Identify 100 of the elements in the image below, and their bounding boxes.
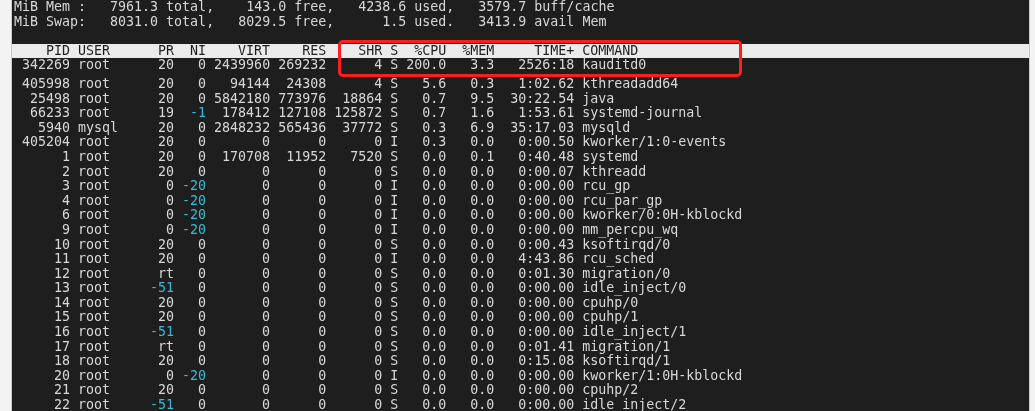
table-cell-text: 0 bbox=[373, 135, 383, 150]
table-cell: 5842180 bbox=[214, 91, 271, 107]
table-cell: systemd-journal bbox=[582, 106, 703, 121]
table-cell-text: 0 bbox=[373, 179, 383, 194]
table-cell-text: 0 bbox=[197, 91, 207, 107]
table-cell-text: 1.6 bbox=[469, 106, 495, 121]
table-cell: idle_inject/0 bbox=[582, 281, 687, 296]
table-cell-text: 0 bbox=[317, 266, 327, 282]
table-cell-text: 2526:18 bbox=[517, 58, 575, 73]
table-cell: rcu_gp bbox=[582, 179, 631, 194]
table-cell-text: 20 bbox=[157, 58, 175, 73]
table-cell-text: 0.0 bbox=[469, 325, 495, 340]
table-cell-text: root bbox=[78, 252, 112, 267]
table-cell-text: 0 bbox=[373, 193, 383, 209]
table-cell-text: 0 bbox=[261, 295, 271, 311]
column-header: SHR bbox=[357, 43, 383, 59]
table-cell-text: 20 bbox=[157, 295, 175, 311]
table-cell-text: 0 bbox=[317, 252, 327, 267]
table-cell: mm_percpu_wq bbox=[582, 222, 679, 238]
table-cell-text: 0 bbox=[373, 208, 383, 223]
table-cell-text: 20 bbox=[157, 135, 175, 150]
column-header: RES bbox=[301, 43, 327, 59]
table-cell: I bbox=[390, 252, 399, 267]
table-cell: S bbox=[390, 281, 399, 296]
table-cell-text: 0 bbox=[197, 266, 207, 282]
table-cell: -20 bbox=[182, 368, 207, 384]
table-cell-text: 0.0 bbox=[421, 354, 447, 369]
table-cell-text: 0 bbox=[197, 339, 207, 355]
table-cell-text: 0.7 bbox=[421, 106, 447, 121]
table-cell-text: 0 bbox=[197, 135, 207, 150]
table-cell-text: -1 bbox=[189, 106, 207, 121]
table-cell: S bbox=[390, 106, 399, 121]
table-cell-text: 0 bbox=[373, 252, 383, 267]
table-cell: migration/1 bbox=[582, 339, 671, 355]
table-cell-text: 0 bbox=[317, 281, 327, 296]
table-cell-text: kworker/1:0H-kblockd bbox=[582, 368, 743, 383]
table-cell-text: 0 bbox=[197, 383, 207, 399]
table-cell-text: 20 bbox=[157, 354, 175, 369]
table-cell-text: 9.5 bbox=[469, 91, 495, 107]
table-cell-text: 0.1 bbox=[469, 149, 495, 165]
table-cell-text: 0 bbox=[373, 222, 383, 238]
table-cell-text: 0 bbox=[197, 120, 207, 136]
table-cell-text: 0 bbox=[261, 164, 271, 180]
table-cell: I bbox=[390, 368, 399, 384]
table-cell-text: 0 bbox=[197, 281, 207, 296]
table-cell-text: 0.0 bbox=[469, 237, 495, 253]
table-cell-text: 7520 bbox=[349, 149, 383, 165]
table-cell-text: 0:00.00 bbox=[517, 281, 575, 296]
table-cell-text: root bbox=[78, 310, 112, 326]
table-cell: -20 bbox=[182, 208, 207, 223]
table-cell-text: 11 bbox=[53, 252, 71, 267]
table-cell-text: root bbox=[78, 135, 111, 150]
table-cell-text: 24308 bbox=[285, 76, 327, 92]
table-cell: I bbox=[390, 208, 399, 223]
table-cell: rcu_par_gp bbox=[582, 193, 663, 209]
table-cell-text: 4 bbox=[61, 193, 71, 209]
table-cell-text: 170708 bbox=[221, 149, 271, 165]
table-cell-text: mysql bbox=[78, 120, 120, 136]
table-cell-text: 0:00.43 bbox=[517, 237, 575, 253]
table-cell-text: 0.3 bbox=[421, 120, 447, 136]
table-cell-text: 0 bbox=[317, 135, 327, 150]
table-cell-text: 0.0 bbox=[469, 179, 495, 194]
table-cell-text: 20 bbox=[157, 149, 175, 165]
table-cell-text: 0 bbox=[197, 76, 207, 92]
table-cell-text: 0.0 bbox=[421, 368, 447, 384]
table-cell-text: 0.0 bbox=[421, 237, 447, 253]
table-cell-text: 0.0 bbox=[421, 325, 447, 340]
table-cell-text: rt bbox=[157, 266, 175, 282]
table-cell-text: 0.0 bbox=[421, 164, 447, 180]
table-cell-text: 0:00.00 bbox=[517, 295, 575, 311]
table-cell-text: 0 bbox=[317, 368, 327, 384]
table-cell-text: 0 bbox=[197, 295, 207, 311]
table-cell-text: 0 bbox=[373, 237, 383, 253]
table-cell-text: 0 bbox=[261, 383, 271, 399]
table-cell-text: 0.0 bbox=[469, 164, 495, 180]
table-cell-text: 0:00.00 bbox=[517, 193, 575, 209]
table-cell-text: 405204 bbox=[21, 135, 71, 150]
table-cell-text: 2 bbox=[61, 164, 71, 180]
table-cell-text: 0 bbox=[317, 339, 327, 355]
table-cell-text: 0:00.00 bbox=[517, 398, 575, 411]
column-header: TIME+ bbox=[533, 43, 575, 59]
table-cell-text: 0:01.41 bbox=[517, 339, 575, 355]
table-cell: 125872 bbox=[334, 106, 383, 121]
table-cell-text: 0 bbox=[317, 354, 327, 369]
table-cell-text: 1 bbox=[61, 149, 71, 165]
table-cell: S bbox=[390, 266, 399, 282]
table-cell-text: 0.0 bbox=[421, 339, 447, 355]
table-cell-text: 19 bbox=[157, 106, 175, 121]
table-cell: I bbox=[390, 135, 399, 150]
table-cell-text: 0 bbox=[373, 339, 383, 355]
table-cell: -20 bbox=[182, 222, 207, 238]
table-cell-text: 0.0 bbox=[469, 222, 495, 238]
table-cell-text: root bbox=[78, 339, 112, 355]
table-cell-text: root bbox=[78, 325, 112, 340]
table-cell-text: 66233 bbox=[29, 106, 71, 121]
table-cell: S bbox=[390, 325, 399, 340]
table-cell-text: 0 bbox=[261, 368, 271, 384]
table-cell-text: 0.0 bbox=[469, 368, 495, 384]
table-cell-text: 0 bbox=[197, 398, 207, 411]
table-cell-text: 0 bbox=[261, 208, 271, 223]
